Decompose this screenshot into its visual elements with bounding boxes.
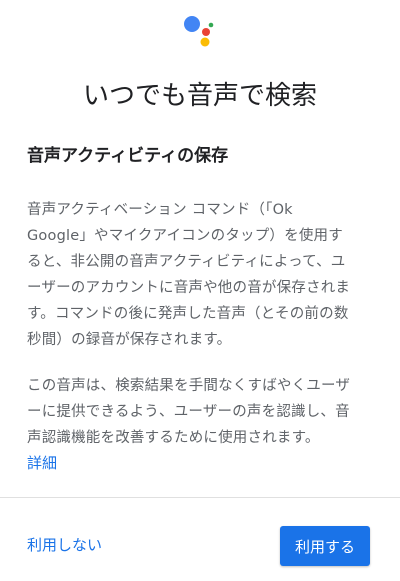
paragraph-line: 秒間）の録音が保存されます。 — [27, 332, 232, 348]
paragraph-line: 音声アクティベーション コマンド（「Ok — [27, 202, 293, 218]
accept-button[interactable]: 利用する — [280, 526, 370, 566]
logo-dot-yellow — [200, 37, 210, 47]
description-paragraph-2: この音声は、検索結果を手間なくすばやくユーザ ーに提供できるよう、ユーザーの声を… — [27, 373, 377, 451]
page-title: いつでも音声で検索 — [82, 81, 317, 111]
paragraph-line: す。コマンドの後に発声した音声（とその前の数 — [27, 306, 349, 322]
paragraph-line: ーザーのアカウントに音声や他の音が保存されま — [27, 280, 351, 296]
details-link[interactable]: 詳細 — [27, 450, 57, 476]
decline-button[interactable]: 利用しない — [27, 533, 102, 557]
section-title: 音声アクティビティの保存 — [27, 146, 229, 166]
paragraph-line: 声認識機能を改善するために使用されます。 — [27, 430, 320, 446]
paragraph-line: ーに提供できるよう、ユーザーの声を認識し、音 — [27, 404, 350, 420]
description-paragraph-1: 音声アクティベーション コマンド（「Ok Google」やマイクアイコンのタップ… — [27, 197, 377, 353]
logo-dot-blue — [184, 16, 200, 32]
paragraph-line: この音声は、検索結果を手間なくすばやくユーザ — [27, 378, 351, 394]
paragraph-line: Google」やマイクアイコンのタップ）を使用す — [27, 228, 343, 244]
footer-divider — [0, 497, 400, 498]
logo-dot-green — [208, 22, 214, 28]
google-assistant-logo — [184, 16, 214, 47]
logo-dot-red — [202, 28, 210, 36]
paragraph-line: ると、非公開の音声アクティビティによって、ユ — [27, 254, 346, 270]
